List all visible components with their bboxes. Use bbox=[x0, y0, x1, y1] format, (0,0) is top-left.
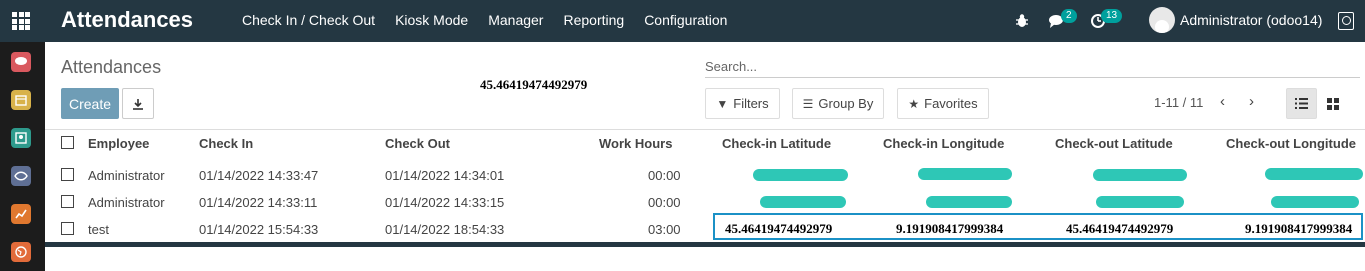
filters-label: Filters bbox=[733, 96, 769, 111]
row-checkbox[interactable] bbox=[61, 195, 74, 208]
pager-value[interactable]: 1-11 / 11 bbox=[1154, 95, 1203, 110]
cell-employee: test bbox=[88, 222, 109, 237]
contact-card-icon[interactable] bbox=[1338, 12, 1354, 30]
floating-coordinate-value: 45.46419474492979 bbox=[480, 77, 588, 92]
calendar-app-icon[interactable] bbox=[11, 90, 31, 110]
column-header-checkout-longitude[interactable]: Check-out Longitude bbox=[1226, 136, 1356, 151]
apps-menu-icon[interactable] bbox=[12, 12, 30, 30]
row-checkbox[interactable] bbox=[61, 222, 74, 235]
column-header-checkin-latitude[interactable]: Check-in Latitude bbox=[722, 136, 831, 151]
column-header-check-out[interactable]: Check Out bbox=[385, 136, 450, 151]
redacted-value bbox=[1265, 168, 1363, 180]
main-menu: Check In / Check Out Kiosk Mode Manager … bbox=[242, 12, 747, 28]
download-icon bbox=[133, 98, 143, 110]
menu-item-kiosk-mode[interactable]: Kiosk Mode bbox=[395, 12, 468, 28]
cell-checkout-longitude: 9.191908417999384 bbox=[1245, 221, 1353, 236]
favorites-label: Favorites bbox=[924, 96, 978, 111]
redacted-value bbox=[1271, 196, 1359, 208]
cell-checkout-latitude: 45.46419474492979 bbox=[1066, 221, 1174, 236]
redacted-value bbox=[918, 168, 1012, 180]
star-icon: ★ bbox=[908, 96, 920, 111]
search-input[interactable] bbox=[705, 56, 1360, 78]
group-by-button[interactable]: ☰ Group By bbox=[792, 88, 884, 119]
app-dock bbox=[0, 42, 45, 271]
table-bottom-bar bbox=[45, 242, 1365, 247]
cell-employee: Administrator bbox=[88, 195, 165, 210]
bug-icon[interactable] bbox=[1015, 0, 1029, 42]
avatar bbox=[1149, 7, 1175, 33]
filter-icon: ▼ bbox=[716, 96, 729, 111]
pager-next-icon[interactable]: › bbox=[1249, 93, 1254, 110]
cell-check-in: 01/14/2022 14:33:47 bbox=[199, 168, 319, 183]
redacted-value bbox=[926, 196, 1012, 208]
app-title[interactable]: Attendances bbox=[61, 7, 193, 33]
column-header-check-in[interactable]: Check In bbox=[199, 136, 253, 151]
user-name: Administrator (odoo14) bbox=[1180, 12, 1323, 28]
column-header-work-hours[interactable]: Work Hours bbox=[599, 136, 672, 151]
column-header-checkout-latitude[interactable]: Check-out Latitude bbox=[1055, 136, 1173, 151]
cell-employee: Administrator bbox=[88, 168, 165, 183]
cell-checkin-latitude: 45.46419474492979 bbox=[725, 221, 833, 236]
contacts-app-icon[interactable] bbox=[11, 128, 31, 148]
kanban-view-icon bbox=[1326, 97, 1339, 110]
menu-item-manager[interactable]: Manager bbox=[488, 12, 543, 28]
cell-check-out: 01/14/2022 14:34:01 bbox=[385, 168, 505, 183]
crm-app-icon[interactable] bbox=[11, 166, 31, 186]
website-app-icon[interactable] bbox=[11, 242, 31, 262]
redacted-value bbox=[760, 196, 846, 208]
messages-badge: 2 bbox=[1061, 9, 1077, 23]
column-header-checkin-longitude[interactable]: Check-in Longitude bbox=[883, 136, 1004, 151]
table-top-divider bbox=[45, 129, 1365, 130]
pager-previous-icon[interactable]: ‹ bbox=[1220, 93, 1225, 110]
cell-work-hours: 00:00 bbox=[648, 195, 681, 210]
column-header-employee[interactable]: Employee bbox=[88, 136, 149, 151]
menu-item-configuration[interactable]: Configuration bbox=[644, 12, 727, 28]
cell-check-in: 01/14/2022 15:54:33 bbox=[199, 222, 319, 237]
group-by-label: Group By bbox=[818, 96, 874, 111]
menu-item-reporting[interactable]: Reporting bbox=[563, 12, 624, 28]
row-checkbox[interactable] bbox=[61, 168, 74, 181]
cell-check-out: 01/14/2022 14:33:15 bbox=[385, 195, 505, 210]
activities-badge: 13 bbox=[1101, 9, 1123, 23]
discuss-app-icon[interactable] bbox=[11, 52, 31, 72]
export-button[interactable] bbox=[122, 88, 154, 119]
cell-work-hours: 00:00 bbox=[648, 168, 681, 183]
cell-work-hours: 03:00 bbox=[648, 222, 681, 237]
select-all-checkbox[interactable] bbox=[61, 136, 74, 149]
list-view-icon bbox=[1295, 98, 1308, 109]
user-menu[interactable]: Administrator (odoo14) bbox=[1149, 7, 1322, 33]
cell-check-out: 01/14/2022 18:54:33 bbox=[385, 222, 505, 237]
bars-icon: ☰ bbox=[802, 96, 814, 111]
sales-app-icon[interactable] bbox=[11, 204, 31, 224]
list-view-button[interactable] bbox=[1286, 88, 1317, 119]
favorites-button[interactable]: ★ Favorites bbox=[897, 88, 989, 119]
menu-item-check-in-out[interactable]: Check In / Check Out bbox=[242, 12, 375, 28]
breadcrumb: Attendances bbox=[61, 57, 162, 77]
cell-check-in: 01/14/2022 14:33:11 bbox=[199, 195, 318, 210]
create-button[interactable]: Create bbox=[61, 88, 119, 119]
cell-checkin-longitude: 9.191908417999384 bbox=[896, 221, 1004, 236]
redacted-value bbox=[1096, 196, 1184, 208]
filters-button[interactable]: ▼ Filters bbox=[705, 88, 780, 119]
redacted-value bbox=[753, 169, 848, 181]
kanban-view-button[interactable] bbox=[1317, 88, 1348, 119]
top-navbar: Attendances Check In / Check Out Kiosk M… bbox=[0, 0, 1365, 42]
redacted-value bbox=[1093, 169, 1187, 181]
